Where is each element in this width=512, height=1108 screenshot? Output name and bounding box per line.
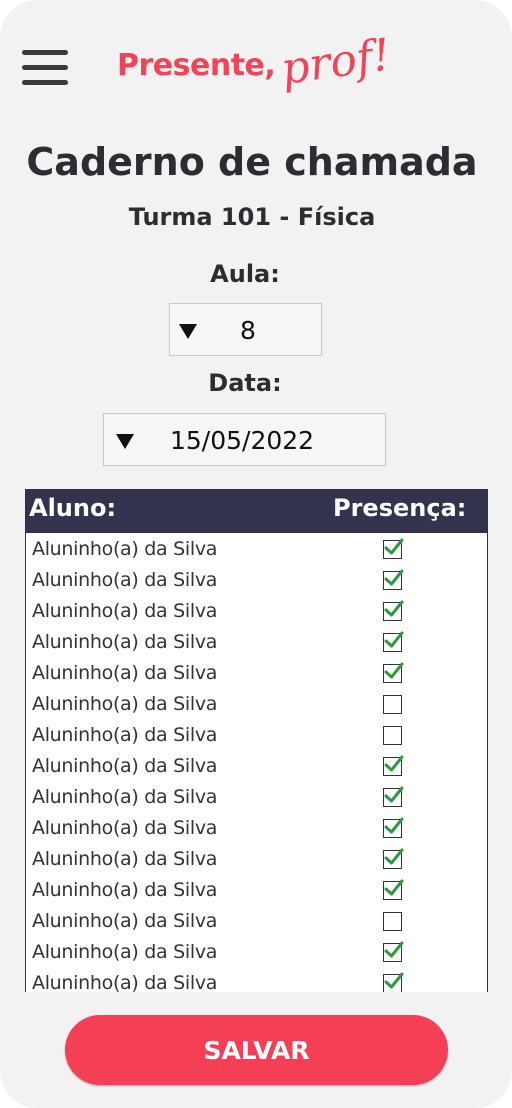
table-row: Aluninho(a) da Silva: [26, 566, 487, 597]
save-button[interactable]: SALVAR: [65, 1015, 448, 1085]
table-row: Aluninho(a) da Silva: [26, 969, 487, 992]
table-row: Aluninho(a) da Silva: [26, 659, 487, 690]
student-name: Aluninho(a) da Silva: [32, 662, 218, 684]
presence-checkbox[interactable]: [383, 695, 402, 714]
checkmark-icon: [384, 755, 404, 772]
checkmark-icon: [384, 600, 404, 617]
presence-checkbox[interactable]: [383, 569, 404, 590]
presence-checkbox[interactable]: [383, 848, 404, 869]
checkmark-icon: [384, 941, 404, 958]
presence-checkbox[interactable]: [383, 726, 402, 745]
checkmark-icon: [384, 786, 404, 803]
student-name: Aluninho(a) da Silva: [32, 972, 218, 992]
checkmark-icon: [384, 569, 404, 586]
student-name: Aluninho(a) da Silva: [32, 569, 218, 591]
class-subtitle: Turma 101 - Física: [128, 203, 376, 231]
table-row: Aluninho(a) da Silva: [26, 597, 487, 628]
checkmark-icon: [384, 972, 404, 989]
aula-label: Aula:: [210, 260, 280, 288]
menu-bar: [22, 80, 68, 85]
table-row: Aluninho(a) da Silva: [26, 752, 487, 783]
attendance-table[interactable]: Aluno: Presença: Aluninho(a) da Silva Alu…: [25, 489, 488, 992]
date-select[interactable]: 15/05/2022: [103, 413, 386, 466]
student-name: Aluninho(a) da Silva: [32, 879, 218, 901]
student-name: Aluninho(a) da Silva: [32, 693, 218, 715]
student-name: Aluninho(a) da Silva: [32, 848, 218, 870]
table-row: Aluninho(a) da Silva: [26, 690, 487, 721]
save-button-label: SALVAR: [203, 1036, 310, 1065]
triangle-down-icon: [116, 434, 134, 449]
table-row: Aluninho(a) da Silva: [26, 814, 487, 845]
checkmark-icon: [384, 848, 404, 865]
menu-bar: [22, 50, 68, 55]
checkmark-icon: [384, 879, 404, 896]
table-row: Aluninho(a) da Silva: [26, 535, 487, 566]
presence-checkbox[interactable]: [383, 972, 404, 992]
brand-name: Presente,: [117, 48, 276, 83]
presence-checkbox[interactable]: [383, 538, 404, 559]
table-row: Aluninho(a) da Silva: [26, 628, 487, 659]
table-row: Aluninho(a) da Silva: [26, 845, 487, 876]
data-label: Data:: [208, 369, 282, 397]
page-title: Caderno de chamada: [26, 140, 478, 184]
presence-checkbox[interactable]: [383, 912, 402, 931]
presence-checkbox[interactable]: [383, 755, 404, 776]
menu-bar: [22, 65, 68, 70]
table-row: Aluninho(a) da Silva: [26, 907, 487, 938]
student-name: Aluninho(a) da Silva: [32, 538, 218, 560]
table-header: Aluno: Presença:: [26, 490, 487, 533]
column-header-aluno: Aluno:: [29, 494, 117, 522]
checkmark-icon: [384, 631, 404, 648]
hamburger-menu-icon[interactable]: [22, 50, 68, 88]
table-row: Aluninho(a) da Silva: [26, 783, 487, 814]
presence-checkbox[interactable]: [383, 879, 404, 900]
presence-checkbox[interactable]: [383, 662, 404, 683]
presence-checkbox[interactable]: [383, 631, 404, 652]
student-name: Aluninho(a) da Silva: [32, 724, 218, 746]
student-name: Aluninho(a) da Silva: [32, 817, 218, 839]
student-name: Aluninho(a) da Silva: [32, 631, 218, 653]
checkmark-icon: [384, 538, 404, 555]
student-name: Aluninho(a) da Silva: [32, 910, 218, 932]
checkmark-icon: [384, 662, 404, 679]
student-name: Aluninho(a) da Silva: [32, 941, 218, 963]
date-value: 15/05/2022: [170, 426, 315, 455]
presence-checkbox[interactable]: [383, 941, 404, 962]
column-header-presenca: Presença:: [333, 494, 467, 522]
presence-checkbox[interactable]: [383, 786, 404, 807]
presence-checkbox[interactable]: [383, 817, 404, 838]
aula-select[interactable]: 8: [169, 303, 322, 356]
student-name: Aluninho(a) da Silva: [32, 786, 218, 808]
table-body: Aluninho(a) da Silva Aluninho(a) da Silva…: [26, 535, 487, 992]
table-row: Aluninho(a) da Silva: [26, 938, 487, 969]
table-row: Aluninho(a) da Silva: [26, 876, 487, 907]
student-name: Aluninho(a) da Silva: [32, 755, 218, 777]
presence-checkbox[interactable]: [383, 600, 404, 621]
phone-screen: Presente, prof! Caderno de chamada Turma…: [0, 0, 512, 1108]
brand-script: prof!: [277, 29, 394, 95]
table-row: Aluninho(a) da Silva: [26, 721, 487, 752]
student-name: Aluninho(a) da Silva: [32, 600, 218, 622]
checkmark-icon: [384, 817, 404, 834]
triangle-down-icon: [179, 324, 197, 339]
aula-value: 8: [240, 316, 256, 345]
